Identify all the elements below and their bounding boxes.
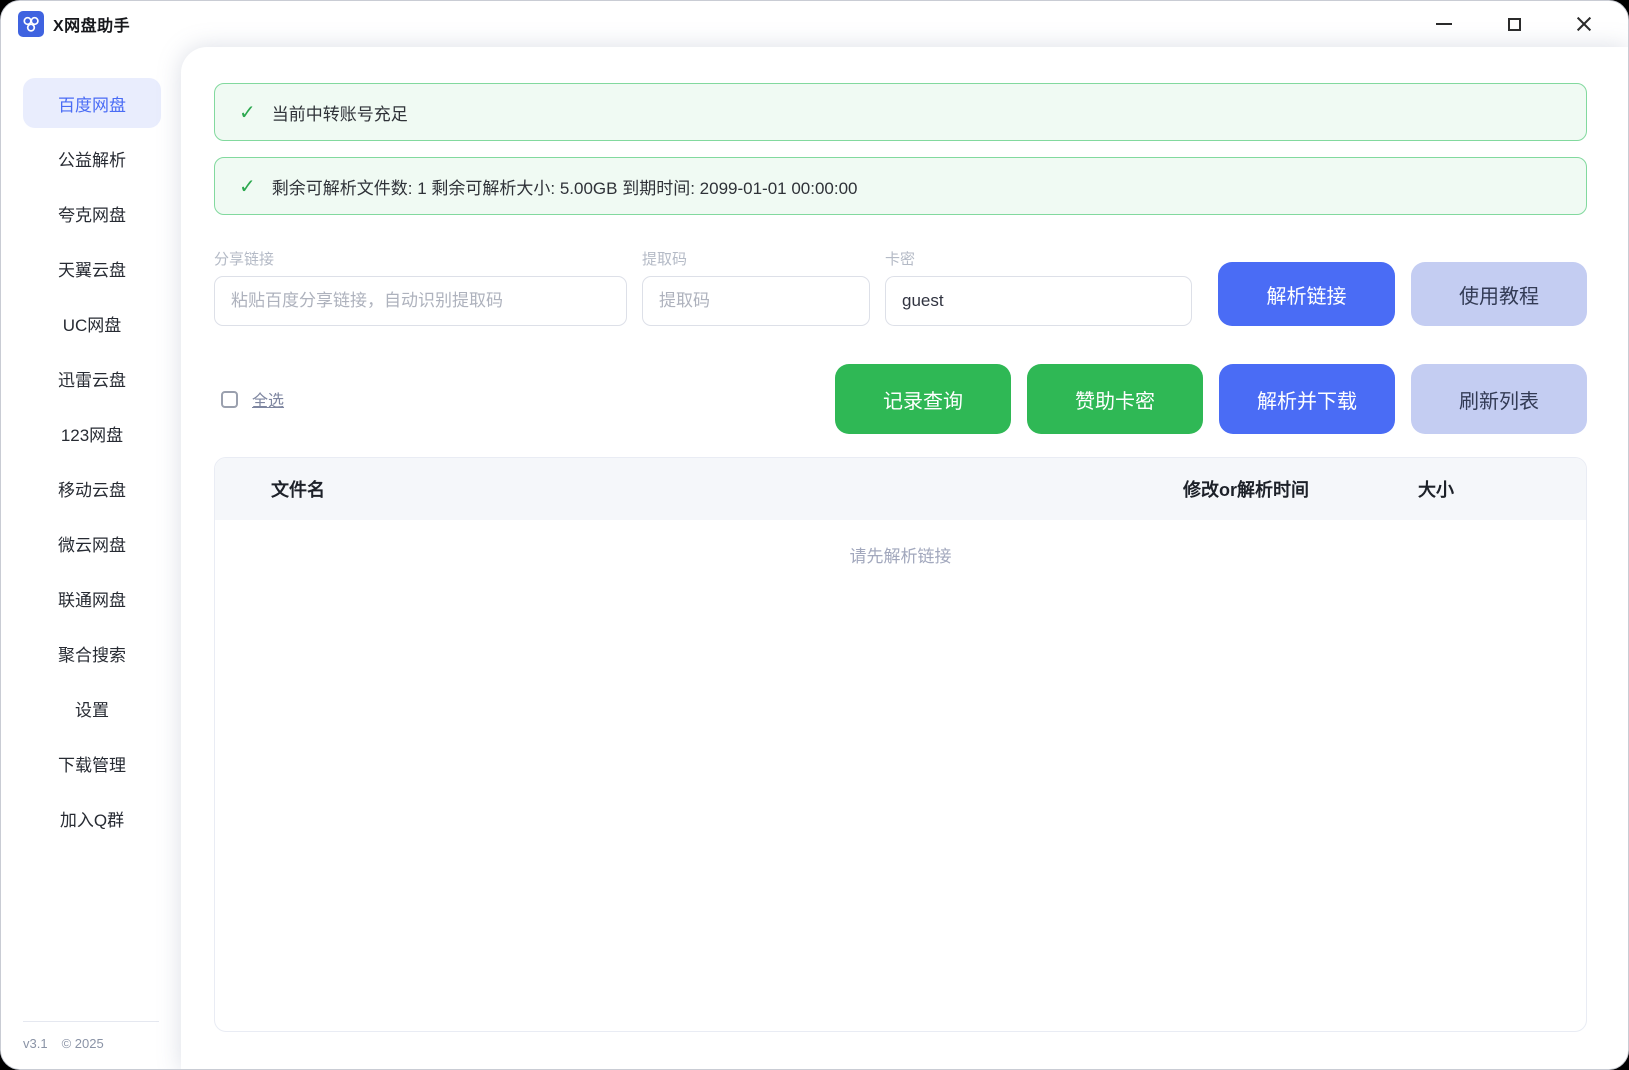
card-key-label: 卡密	[885, 248, 1192, 269]
extract-code-label: 提取码	[642, 248, 870, 269]
sidebar-item-xunlei[interactable]: 迅雷云盘	[23, 353, 161, 403]
file-table: 文件名 修改or解析时间 大小 请先解析链接	[214, 457, 1587, 1032]
app-version: v3.1	[23, 1036, 48, 1051]
parse-form: 分享链接 提取码 卡密 解析链接 使用教程	[214, 248, 1587, 326]
extract-code-input[interactable]	[642, 276, 870, 326]
app-window: X网盘助手 百度网盘 公益解析 夸克网盘 天翼云盘 UC网盘 迅雷云盘 123网…	[0, 0, 1629, 1070]
sidebar-item-download-manager[interactable]: 下载管理	[23, 738, 161, 788]
titlebar: X网盘助手	[1, 1, 1628, 47]
sidebar-item-join-qq-group[interactable]: 加入Q群	[23, 793, 161, 843]
sidebar-item-quark[interactable]: 夸克网盘	[23, 188, 161, 238]
share-link-input[interactable]	[214, 276, 627, 326]
column-size: 大小	[1346, 476, 1526, 502]
select-all-label: 全选	[252, 387, 284, 411]
maximize-icon	[1508, 18, 1521, 31]
app-title: X网盘助手	[53, 12, 130, 36]
sidebar-item-uc[interactable]: UC网盘	[23, 298, 161, 348]
close-button[interactable]	[1562, 1, 1606, 47]
main-panel: ✓ 当前中转账号充足 ✓ 剩余可解析文件数: 1 剩余可解析大小: 5.00GB…	[181, 47, 1628, 1070]
parse-and-download-button[interactable]: 解析并下载	[1219, 364, 1395, 434]
check-icon: ✓	[239, 174, 256, 199]
status-alert-quota: ✓ 剩余可解析文件数: 1 剩余可解析大小: 5.00GB 到期时间: 2099…	[214, 157, 1587, 215]
sidebar-nav: 百度网盘 公益解析 夸克网盘 天翼云盘 UC网盘 迅雷云盘 123网盘 移动云盘…	[1, 78, 181, 1021]
column-filename: 文件名	[215, 476, 1146, 502]
minimize-icon	[1436, 23, 1452, 25]
card-key-input[interactable]	[885, 276, 1192, 326]
select-all-control[interactable]: 全选	[221, 387, 284, 411]
maximize-button[interactable]	[1492, 1, 1536, 47]
sponsor-card-button[interactable]: 赞助卡密	[1027, 364, 1203, 434]
share-link-label: 分享链接	[214, 248, 627, 269]
sidebar-item-123[interactable]: 123网盘	[23, 408, 161, 458]
table-empty-state: 请先解析链接	[215, 520, 1586, 567]
sidebar-footer: v3.1 © 2025	[1, 1021, 181, 1070]
toolbar: 全选 记录查询 赞助卡密 解析并下载 刷新列表	[214, 364, 1587, 434]
app-logo-icon	[18, 11, 44, 37]
refresh-list-button[interactable]: 刷新列表	[1411, 364, 1587, 434]
sidebar-item-weiyun[interactable]: 微云网盘	[23, 518, 161, 568]
sidebar-divider	[23, 1021, 159, 1022]
sidebar-item-settings[interactable]: 设置	[23, 683, 161, 733]
sidebar-item-yidong[interactable]: 移动云盘	[23, 463, 161, 513]
sidebar: 百度网盘 公益解析 夸克网盘 天翼云盘 UC网盘 迅雷云盘 123网盘 移动云盘…	[1, 47, 181, 1070]
sidebar-item-liantong[interactable]: 联通网盘	[23, 573, 161, 623]
copyright: © 2025	[62, 1036, 104, 1051]
sidebar-item-gongyi[interactable]: 公益解析	[23, 133, 161, 183]
tutorial-button[interactable]: 使用教程	[1411, 262, 1587, 326]
status-alert-account: ✓ 当前中转账号充足	[214, 83, 1587, 141]
file-table-header: 文件名 修改or解析时间 大小	[215, 458, 1586, 520]
select-all-checkbox[interactable]	[221, 391, 238, 408]
parse-link-button[interactable]: 解析链接	[1218, 262, 1395, 326]
sidebar-item-baidu[interactable]: 百度网盘	[23, 78, 161, 128]
alert-text: 剩余可解析文件数: 1 剩余可解析大小: 5.00GB 到期时间: 2099-0…	[272, 174, 858, 199]
check-icon: ✓	[239, 100, 256, 125]
column-modified-time: 修改or解析时间	[1146, 476, 1346, 502]
sidebar-item-juhe-search[interactable]: 聚合搜索	[23, 628, 161, 678]
alert-text: 当前中转账号充足	[272, 100, 408, 125]
sidebar-item-tianyi[interactable]: 天翼云盘	[23, 243, 161, 293]
window-controls	[1422, 1, 1606, 47]
minimize-button[interactable]	[1422, 1, 1466, 47]
close-icon	[1576, 16, 1592, 32]
record-query-button[interactable]: 记录查询	[835, 364, 1011, 434]
